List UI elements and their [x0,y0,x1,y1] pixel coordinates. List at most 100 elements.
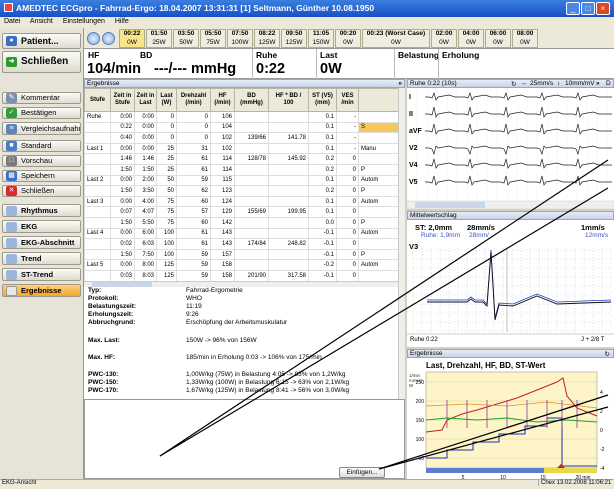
table-cell: 57 [176,206,211,218]
table-cell: Last 3 [84,195,111,208]
table-header[interactable]: Stufe [84,88,111,112]
table-row[interactable]: Last 2 0:00 2:00 50 59 115 0.1 0 Autom [84,174,399,187]
step-item[interactable]: 06:00 0W [485,29,511,48]
table-header[interactable]: VES /min [336,88,359,112]
table-row[interactable]: Last 1 0:00 0:00 25 31 102 0.1- Manu [84,142,399,155]
table-row[interactable]: 1:50 3:50 50 62 123 0.2 0 P [84,185,399,197]
patient-button[interactable]: ● Patient... [2,33,81,49]
table-cell: 0 [176,111,211,123]
step-item[interactable]: 08:00 0W [512,29,538,48]
nav-ekg[interactable]: EKG [2,220,81,233]
nav-schliessen[interactable]: ✕ Schließen [2,185,81,197]
table-header[interactable]: BD (mmHg) [234,88,269,112]
expand-icon[interactable]: » [398,80,402,87]
nav-ekg-abschnitt[interactable]: EKG-Abschnitt [2,236,81,249]
insert-button[interactable]: Einfügen... [339,467,385,478]
nav-vergleich[interactable]: ≡ Vergleichsaufnahm. [2,122,81,135]
nav-vorschau[interactable]: □ Vorschau [2,155,81,167]
table-cell: 0 [176,121,211,134]
ekg-trace [425,158,612,169]
step-item[interactable]: 00:20 0W [335,29,361,48]
table-row[interactable]: 1:46 1:46 25 61 114 128/78 145.92 0.2 0 [84,153,399,165]
menu-hilfe[interactable]: Hilfe [115,18,129,25]
table-cell: 60 [176,216,211,229]
maximize-icon[interactable]: □ [581,2,595,15]
table-cell [268,248,309,261]
table-cell [268,111,309,123]
close-main-button[interactable]: ➜ Schließen [2,51,81,73]
table-cell: 0:00 [110,174,135,187]
table-row[interactable]: 0:22 0:00 0 0 104 0.1- S [84,121,399,134]
table-header[interactable]: Drehzahl (/min) [176,88,211,112]
step-item[interactable]: 02:00 0W [431,29,457,48]
refresh-icon[interactable]: ↻ [605,350,610,357]
nav-standard[interactable]: ■ Standard [2,140,81,152]
table-row[interactable]: 0:03 8:03 125 59 158 201/90 317.58 -0.1 0 [84,269,399,282]
table-cell: 62 [176,185,211,197]
lead-d-icon[interactable]: D [606,80,611,87]
step-item[interactable]: 04:00 0W [458,29,484,48]
table-row[interactable]: 1:50 1:50 25 61 114 0.2 0 P [84,163,399,176]
lead-label: V3 [409,242,419,251]
forward-circle-icon[interactable] [102,32,115,45]
table-row[interactable]: Ruhe 0:00 0:00 0 0 106 0.1- [84,111,399,123]
speed-value: 28mm/s [467,223,495,232]
table-header[interactable]: ST (V5) (mm) [308,88,337,112]
nav-kommentar[interactable]: ✎ Kommentar [2,92,81,104]
step-item[interactable]: 00:22 0W [119,29,145,48]
table-cell: -0.2 [308,259,337,271]
table-header[interactable]: Zeit in Last [134,88,157,112]
table-cell: 0:03 [110,269,135,282]
step-item[interactable]: 09:50 125W [281,29,307,48]
table-cell [234,227,269,240]
table-cell [268,227,309,240]
step-item[interactable]: 01:50 25W [146,29,172,48]
table-header[interactable]: Zeit in Stufe [110,88,135,112]
table-cell: 61 [176,163,211,176]
table-cell: 100 [156,248,177,261]
back-circle-icon[interactable] [87,32,100,45]
refresh-icon[interactable]: ↻ [511,80,516,87]
close-icon[interactable]: × [596,2,610,15]
table-row[interactable]: 0:40 0:00 0 0 102 139/66 141.78 0.1- [84,132,399,144]
step-item[interactable]: 05:50 75W [200,29,226,48]
menu-einstellungen[interactable]: Einstellungen [63,18,105,25]
menu-datei[interactable]: Datei [4,18,20,25]
graph-y-unit: 1/min mmHg W [409,373,423,388]
speed-left-icon[interactable]: ← [521,80,528,87]
table-header[interactable]: HF * BD / 100 [268,88,309,112]
table-scrollbar[interactable] [398,88,405,287]
nav-speichern[interactable]: ▩ Speichern [2,170,81,182]
expand-icon[interactable]: » [596,80,600,87]
nav-rhythmus[interactable]: Rhythmus [2,204,81,217]
table-row[interactable]: 1:50 5:50 75 60 142 0.0 0 P [84,216,399,229]
minimize-icon[interactable]: _ [566,2,580,15]
step-time: 01:50 [150,30,168,37]
summary-scrollbar[interactable] [398,287,405,399]
table-cell [268,174,309,187]
nav-st-trend[interactable]: ST-Trend [2,268,81,281]
table-header[interactable] [358,88,399,112]
table-row[interactable]: 0:07 4:07 75 57 129 155/69 199.95 0.1 0 [84,206,399,218]
gain-icon[interactable]: ↕ [557,80,560,87]
nav-ergebnisse[interactable]: Ergebnisse [2,284,81,297]
table-header[interactable]: Last (W) [156,88,177,112]
step-item[interactable]: 00:23 (Worst Case) 0W [362,29,430,48]
table-row[interactable]: Last 3 0:00 4:00 75 60 124 0.1 0 Autom [84,195,399,208]
table-row[interactable]: Last 4 0:00 6:00 100 61 143 -0.1 0 Autom [84,227,399,240]
table-cell: 0:40 [110,132,135,144]
step-item[interactable]: 08:22 125W [254,29,280,48]
average-footer-right: J + 2/8 T [581,337,605,343]
table-row[interactable]: 1:50 7:50 100 59 157 -0.1 0 P [84,248,399,261]
table-header[interactable]: HF (/min) [210,88,235,112]
table-row[interactable]: 0:02 6:03 100 61 143 174/84 248.82 -0.1 0 [84,238,399,250]
table-cell: 102 [210,142,235,155]
step-item[interactable]: 11:05 150W [308,29,334,48]
table-row[interactable]: Last 5 0:00 8:00 125 59 158 -0.2 0 Autom [84,259,399,271]
step-time: 09:50 [285,30,303,37]
step-item[interactable]: 07:50 100W [227,29,253,48]
menu-ansicht[interactable]: Ansicht [30,18,53,25]
nav-trend[interactable]: Trend [2,252,81,265]
step-item[interactable]: 03:50 50W [173,29,199,48]
nav-bestaetigen[interactable]: ✓ Bestätigen [2,107,81,119]
